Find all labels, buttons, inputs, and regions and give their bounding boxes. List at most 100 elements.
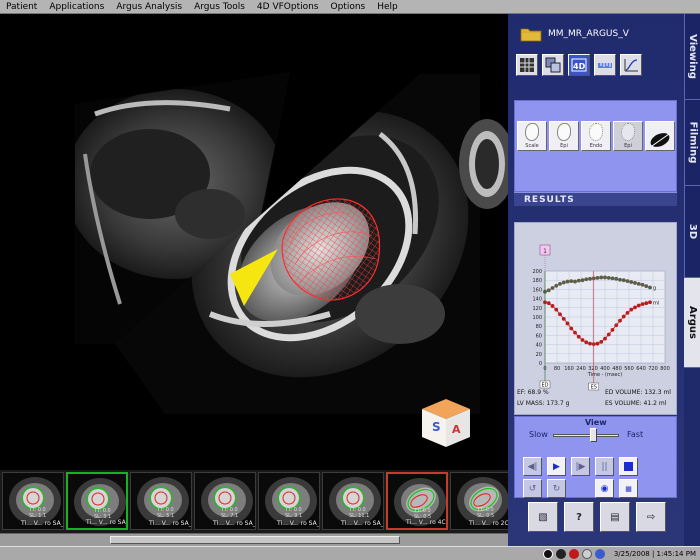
contour-epi-button[interactable]: Epi (549, 121, 579, 151)
play-button[interactable]: ▶ (547, 457, 566, 476)
contour-endo-button[interactable]: Endo (581, 121, 611, 151)
tab-filming[interactable]: Filming (684, 100, 700, 186)
series-stack-button[interactable] (542, 54, 564, 76)
es-volume-value: ES VOLUME: 41.2 ml (605, 400, 667, 407)
strip-scroll-thumb[interactable] (110, 536, 400, 544)
image-viewer[interactable]: S A (0, 14, 508, 470)
tab-3d[interactable]: 3D (684, 186, 700, 278)
chart-point (636, 303, 641, 308)
thumbnail-6[interactable]: TT: 0.0SL: 11.1Ti... V... ro SA_FIL (322, 472, 384, 530)
menu-applications[interactable]: Applications (43, 2, 110, 12)
scale-contour-icon (525, 123, 539, 141)
chart-point (595, 276, 600, 280)
chart-point (644, 284, 649, 289)
orientation-cube-icon[interactable]: S A (422, 399, 470, 447)
loop-back-button[interactable]: ↺ (523, 479, 542, 498)
report-button[interactable]: ▤ (600, 502, 630, 532)
pause-button[interactable]: || (595, 457, 614, 476)
chart-point (618, 277, 622, 282)
thumbnail-7[interactable]: TT: 0.0SL: 0.5Ti... V... ro 4CH_FIL (386, 472, 448, 530)
menu-patient[interactable]: Patient (0, 2, 43, 12)
thumbnail-8[interactable]: TT: 0.0SL: 0.5Ti... V... ro 2CH_FIL (450, 472, 508, 530)
menu-4d-vfoptions[interactable]: 4D VFOptions (251, 2, 325, 12)
contour-epi-dotted-button[interactable]: Epi (613, 121, 643, 151)
folder-icon[interactable] (520, 26, 542, 42)
menu-options[interactable]: Options (325, 2, 372, 12)
mr-3d-render[interactable]: S A (0, 14, 508, 470)
stop-button[interactable] (619, 457, 638, 476)
endo-contour-icon (589, 123, 603, 141)
analysis-toolbar: 4D (516, 54, 656, 76)
thumbnail-3[interactable]: TT: 0.0SL: 5.1Ti... V... ro SA_FIL (130, 472, 192, 530)
strip-scrollbar[interactable] (0, 533, 508, 546)
thumbnail-slice: SL: 7.1 (221, 513, 239, 519)
contour-epi-dotted-label: Epi (624, 143, 632, 149)
svg-text:4D: 4D (573, 62, 586, 71)
clock-tray-icon[interactable] (542, 548, 553, 559)
step-forward-icon: |▶ (575, 461, 586, 472)
chart-point (561, 316, 566, 321)
tab-argus[interactable]: Argus (684, 278, 700, 368)
thumbnail-2[interactable]: TT: 0.0SL: 3.1Ti... V... ro SA_FIL (66, 472, 128, 530)
tab-3d-label: 3D (687, 223, 699, 240)
thumbnail-label: Ti... V... ro SA_FIL (213, 520, 256, 527)
thumbnail-5[interactable]: TT: 0.0SL: 9.1Ti... V... ro SA_FIL (258, 472, 320, 530)
thumbnail-1[interactable]: TT: 0.0SL: 1.1Ti... V... ro SA_FIL (2, 472, 64, 530)
contour-scale-label: Scale (525, 143, 539, 149)
grid-icon (520, 58, 534, 72)
thumbnail-4[interactable]: TT: 0.0SL: 7.1Ti... V... ro SA_FIL (194, 472, 256, 530)
chart-point (584, 277, 589, 282)
chart-point (633, 305, 637, 310)
4d-icon: 4D (571, 58, 587, 72)
export-button[interactable]: ⇨ (636, 502, 666, 532)
loop-forward-button[interactable]: ↻ (547, 479, 566, 498)
curve-button[interactable] (620, 54, 642, 76)
chart-point (603, 275, 607, 280)
chart-point (595, 341, 600, 346)
chart-y-tick-label: 60 (536, 333, 542, 339)
results-header[interactable]: RESULTS (514, 192, 677, 206)
epi-contour-icon (557, 123, 571, 141)
grid-layout-button[interactable] (516, 54, 538, 76)
chart-x-tick-label: 560 (624, 366, 634, 372)
app-tray-icon[interactable] (594, 548, 605, 559)
4d-view-button[interactable]: 4D (568, 54, 590, 76)
thumbnail-slice: SL: 1.1 (29, 513, 47, 519)
chart-point (580, 278, 585, 283)
chart-point (554, 307, 559, 312)
sync-button[interactable]: ▦ (619, 479, 638, 498)
alert-tray-icon[interactable] (568, 548, 579, 559)
menu-argus-tools[interactable]: Argus Tools (188, 2, 251, 12)
measure-button[interactable] (594, 54, 616, 76)
chart-series-label: ml (653, 300, 659, 306)
network-tray-icon[interactable] (555, 548, 566, 559)
chart-y-tick-label: 140 (532, 297, 542, 303)
menu-argus-analysis[interactable]: Argus Analysis (110, 2, 188, 12)
contour-scale-button[interactable]: Scale (517, 121, 547, 151)
contour-draw-button[interactable] (645, 121, 675, 151)
series-thumbnail-strip: TT: 0.0SL: 1.1Ti... V... ro SA_FILTT: 0.… (0, 470, 508, 546)
speaker-tray-icon[interactable] (581, 548, 592, 559)
thumbnail-meta: TT: 0.0 SL: 7.1 (221, 507, 238, 519)
thumbnail-meta: TT: 0.0 SL: 0.5 (477, 507, 494, 519)
volume-time-chart[interactable]: 0204060801001201401601802000801602403204… (515, 223, 678, 391)
speed-slider-track[interactable] (553, 434, 619, 437)
cine-button[interactable]: ◉ (595, 479, 614, 498)
chart-point (629, 280, 634, 284)
step-back-button[interactable]: ◀| (523, 457, 542, 476)
dataset-header: MM_MR_ARGUS_V (520, 24, 680, 44)
pen-icon (650, 133, 670, 147)
step-forward-button[interactable]: |▶ (571, 457, 590, 476)
help-button[interactable]: ? (564, 502, 594, 532)
chart-point (636, 281, 641, 286)
thumbnail-label: Ti... V... ro SA_FIL (21, 520, 64, 527)
chart-point (625, 279, 630, 284)
epi-dotted-contour-icon (621, 123, 635, 141)
report-icon: ▤ (610, 511, 620, 523)
tab-viewing[interactable]: Viewing (684, 14, 700, 100)
menu-help[interactable]: Help (371, 2, 404, 12)
speed-slider-thumb[interactable] (589, 428, 597, 442)
snapshot-button[interactable]: ▧ (528, 502, 558, 532)
step-back-icon: ◀| (527, 461, 538, 472)
chart-y-tick-label: 80 (536, 324, 542, 330)
